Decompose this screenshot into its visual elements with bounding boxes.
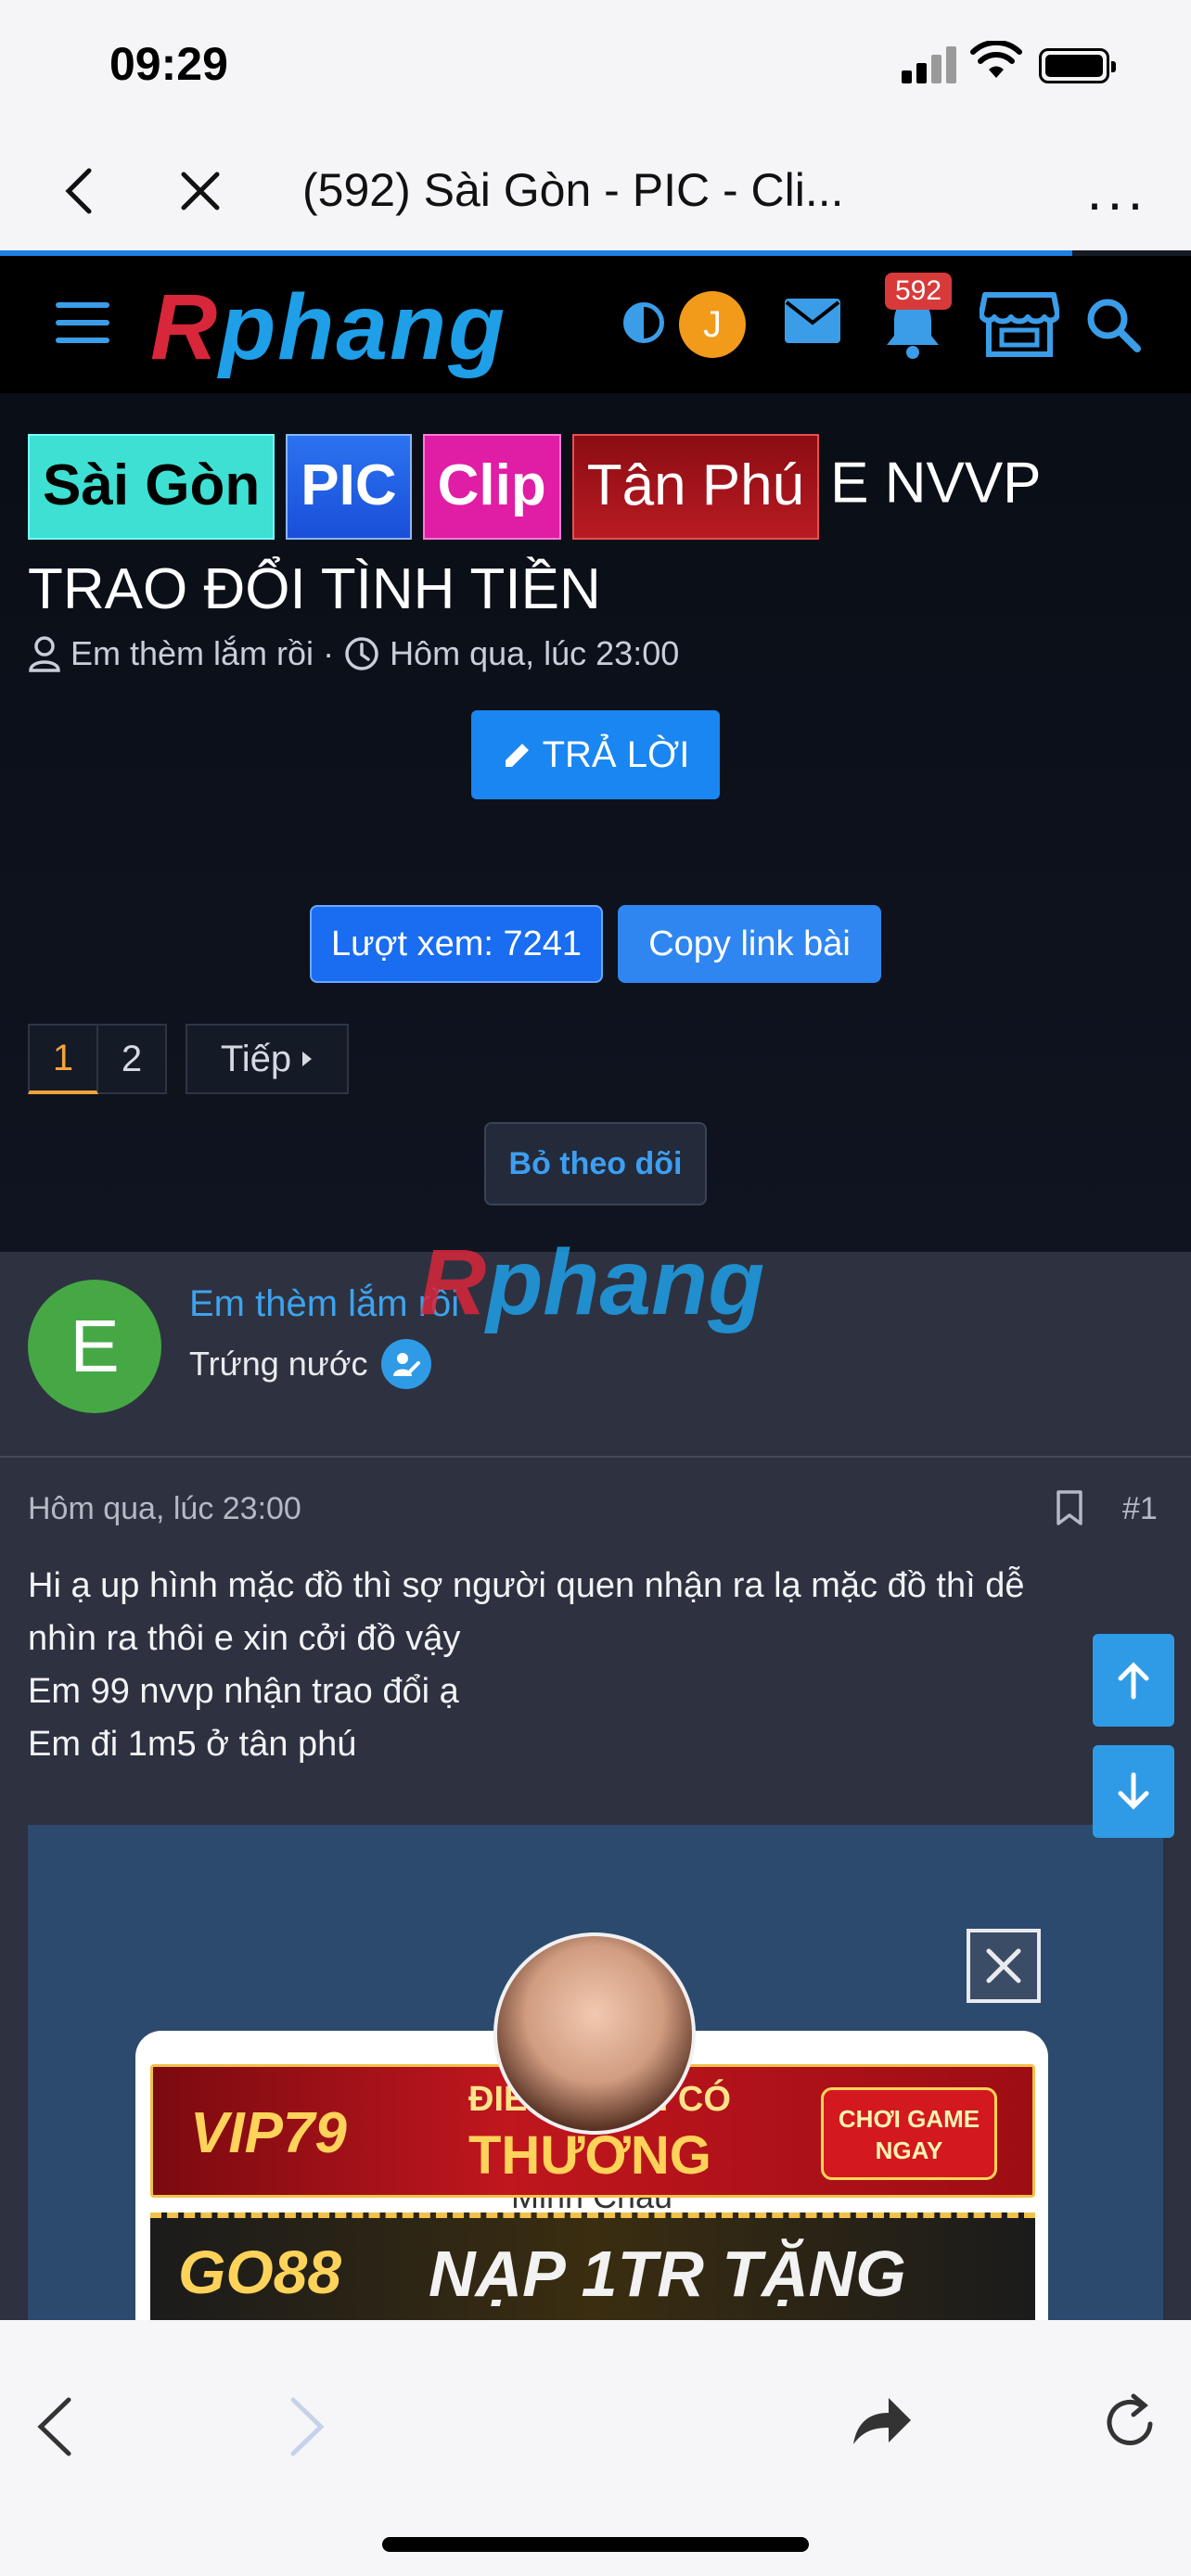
thread-title-text: E NVVP (830, 451, 1042, 516)
thread-author-link[interactable]: Em thèm lắm rồi (70, 634, 314, 673)
author-rank: Trứng nước (189, 1339, 431, 1389)
theme-toggle-icon[interactable] (623, 302, 664, 343)
tag-pic[interactable]: PIC (286, 434, 412, 540)
clock-icon (345, 637, 378, 670)
battery-icon (1039, 48, 1116, 83)
reload-icon[interactable] (1100, 2392, 1159, 2452)
ad-close-button[interactable] (967, 1929, 1041, 2003)
author-avatar[interactable]: E (28, 1280, 161, 1413)
thread-title-line2: TRAO ĐỔI TÌNH TIỀN (28, 557, 601, 621)
pagination: 1 2 Tiếp (28, 1024, 349, 1094)
post-number[interactable]: #1 (1122, 1491, 1158, 1527)
post-line: Em 99 nvvp nhận trao đổi ạ (28, 1672, 459, 1711)
site-header: Rphang J 592 (0, 256, 1191, 393)
scroll-to-top-button[interactable] (1093, 1634, 1174, 1727)
forward-arrow-icon[interactable] (284, 2394, 328, 2459)
thread-title: Sài Gòn PIC Clip Tân Phú E NVVP TRAO ĐỔI TÌN… (28, 434, 1159, 636)
copy-link-button[interactable]: Copy link bài (618, 905, 881, 983)
site-logo[interactable]: Rphang (150, 274, 506, 381)
scroll-to-bottom-button[interactable] (1093, 1745, 1174, 1838)
thread-date[interactable]: Hôm qua, lúc 23:00 (390, 634, 679, 673)
arrow-up-icon (1118, 1662, 1149, 1700)
ad-profile-avatar (493, 1932, 696, 2135)
user-icon (29, 636, 60, 672)
pencil-icon (505, 744, 529, 767)
chevron-left-icon[interactable] (56, 163, 108, 219)
tab-title: (592) Sài Gòn - PIC - Cli... (302, 164, 844, 216)
cellular-signal-icon (902, 45, 957, 83)
page-1-button[interactable]: 1 (28, 1024, 98, 1094)
browser-top-bar: (592) Sài Gòn - PIC - Cli... ··· (0, 130, 1191, 250)
mail-icon[interactable] (783, 297, 842, 345)
ad-play-button[interactable]: CHƠI GAME NGAY (821, 2087, 997, 2180)
unwatch-button[interactable]: Bỏ theo dõi (484, 1122, 707, 1205)
bookmark-icon[interactable] (1054, 1489, 1085, 1526)
ad-banner-go88[interactable]: GO88 NẠP 1TR TẶNG 50K (150, 2213, 1035, 2384)
search-icon[interactable] (1083, 295, 1143, 354)
arrow-down-icon (1118, 1772, 1149, 1810)
reply-button[interactable]: TRẢ LỜI (471, 710, 720, 799)
thread-header: Sài Gòn PIC Clip Tân Phú E NVVP TRAO ĐỔI TÌN… (0, 393, 1191, 1252)
post-date[interactable]: Hôm qua, lúc 23:00 (28, 1491, 301, 1527)
post-line: Em đi 1m5 ở tân phú (28, 1725, 357, 1764)
meta-separator: · (323, 634, 335, 672)
site-watermark: Rphang (419, 1231, 765, 1334)
clock: 09:29 (109, 38, 228, 90)
post-line: Hi ạ up hình mặc đồ thì sợ người quen nh… (28, 1566, 1025, 1605)
notification-badge: 592 (885, 273, 952, 310)
post-line: nhìn ra thôi e xin cởi đồ vậy (28, 1619, 461, 1658)
more-menu-button[interactable]: ··· (1085, 171, 1146, 235)
wifi-icon (970, 41, 1022, 78)
post-message: Hi ạ up hình mặc đồ thì sợ người quen nh… (28, 1560, 1122, 1771)
user-avatar[interactable]: J (679, 291, 746, 358)
view-count-button[interactable]: Lượt xem: 7241 (310, 905, 603, 983)
store-icon[interactable] (980, 289, 1059, 360)
thread-meta: Em thèm lắm rồi · Hôm qua, lúc 23:00 (28, 634, 679, 673)
menu-icon[interactable] (56, 302, 109, 343)
back-arrow-icon[interactable] (33, 2394, 78, 2459)
caret-right-icon (302, 1052, 313, 1066)
next-page-button[interactable]: Tiếp (186, 1024, 349, 1094)
tag-tanphu[interactable]: Tân Phú (571, 434, 820, 540)
page-2-button[interactable]: 2 (98, 1024, 167, 1094)
share-icon[interactable] (850, 2392, 915, 2450)
close-icon[interactable] (173, 163, 228, 219)
tag-clip[interactable]: Clip (422, 434, 561, 540)
close-icon (986, 1948, 1021, 1983)
rank-badge-icon (380, 1339, 431, 1389)
tag-saigon[interactable]: Sài Gòn (28, 434, 275, 540)
home-indicator (382, 2537, 809, 2552)
status-bar: 09:29 (0, 0, 1191, 130)
